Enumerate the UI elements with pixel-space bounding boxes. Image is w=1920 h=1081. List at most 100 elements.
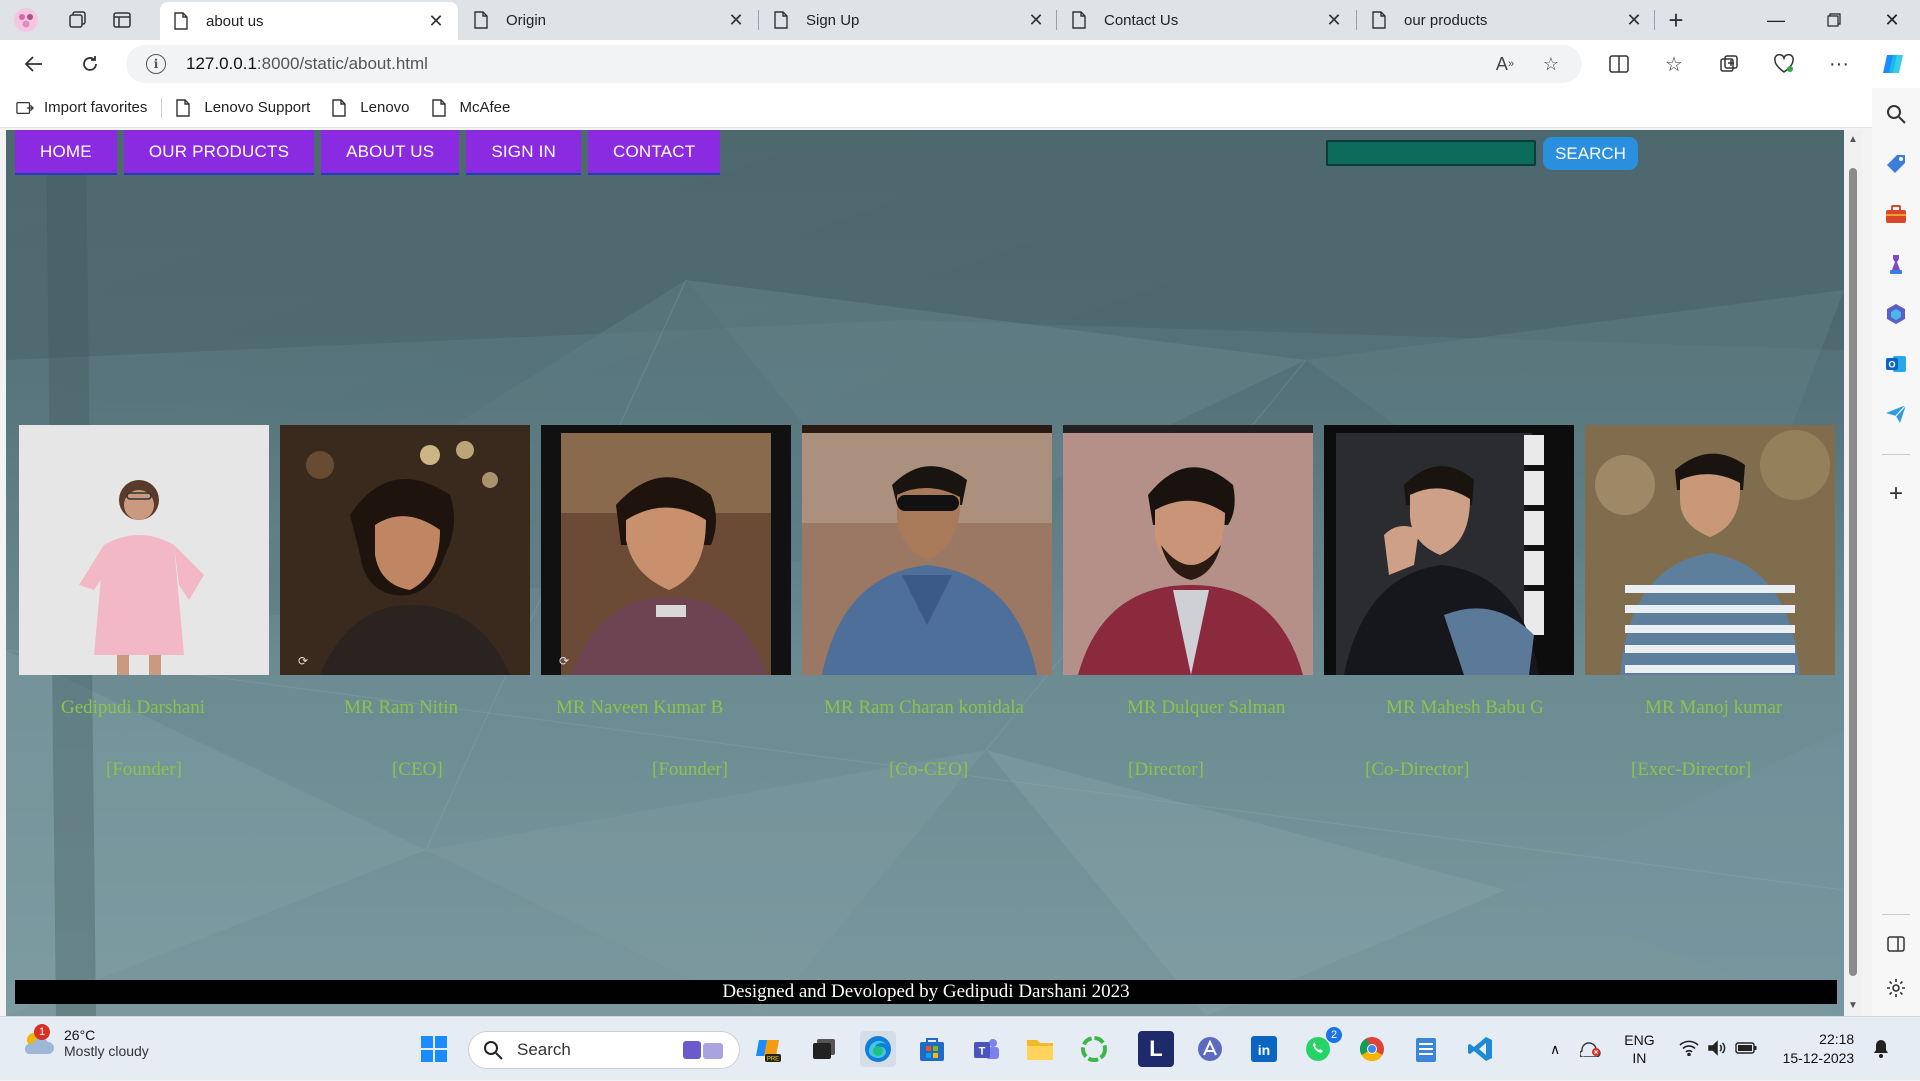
team-card bbox=[19, 425, 269, 675]
task-view-icon[interactable] bbox=[806, 1031, 842, 1067]
vscode-icon[interactable] bbox=[1462, 1031, 1498, 1067]
restore-icon[interactable] bbox=[1806, 0, 1862, 40]
browser-essentials-icon[interactable] bbox=[1766, 48, 1802, 80]
site-search-input[interactable] bbox=[1326, 140, 1536, 166]
favorites-bar: Import favorites Lenovo Support Lenovo M… bbox=[0, 88, 1920, 128]
search-icon bbox=[484, 1041, 503, 1060]
member-name: MR Ram Nitin bbox=[344, 697, 459, 718]
teams-icon[interactable]: T bbox=[968, 1031, 1004, 1067]
linkedin-icon[interactable]: in bbox=[1246, 1031, 1282, 1067]
edge-browser-icon[interactable] bbox=[860, 1031, 896, 1067]
close-tab-icon[interactable]: ✕ bbox=[1026, 10, 1046, 31]
lang-bottom: IN bbox=[1632, 1050, 1647, 1066]
read-aloud-icon[interactable]: A» bbox=[1488, 45, 1522, 83]
new-tab-icon[interactable]: + bbox=[1660, 4, 1692, 36]
wifi-icon[interactable] bbox=[1679, 1040, 1699, 1059]
weather-widget[interactable]: 1 26°C Mostly cloudy bbox=[20, 1024, 149, 1059]
member-role: [Exec-Director] bbox=[1631, 759, 1752, 780]
nav-sign-in[interactable]: SIGN IN bbox=[466, 130, 581, 175]
fav-separator bbox=[161, 97, 163, 118]
copilot-icon[interactable] bbox=[1876, 48, 1912, 80]
l-app-icon[interactable]: L bbox=[1138, 1031, 1174, 1067]
scroll-down-icon[interactable]: ▼ bbox=[1848, 1000, 1858, 1011]
collections-icon[interactable] bbox=[1711, 48, 1747, 80]
fav-import-favorites[interactable]: Import favorites bbox=[16, 99, 147, 117]
tab-separator bbox=[758, 10, 759, 30]
microsoft-365-icon[interactable] bbox=[1880, 298, 1912, 330]
microsoft-store-icon[interactable] bbox=[914, 1031, 950, 1067]
member-role: [Director] bbox=[1128, 759, 1204, 780]
outlook-icon[interactable]: O bbox=[1880, 348, 1912, 380]
file-explorer-icon[interactable] bbox=[1022, 1031, 1058, 1067]
clock[interactable]: 22:18 15-12-2023 bbox=[1783, 1030, 1855, 1068]
network-error-icon[interactable] bbox=[1579, 1039, 1602, 1060]
volume-icon[interactable] bbox=[1707, 1039, 1727, 1059]
arc-app-icon[interactable] bbox=[1192, 1031, 1228, 1067]
tab-contact-us[interactable]: Contact Us ✕ bbox=[1058, 0, 1356, 40]
page-viewport: HOME OUR PRODUCTS ABOUT US SIGN IN CONTA… bbox=[6, 130, 1844, 1016]
language-indicator[interactable]: ENG IN bbox=[1624, 1031, 1654, 1067]
profile-icon[interactable] bbox=[10, 4, 42, 36]
tools-briefcase-icon[interactable] bbox=[1880, 198, 1912, 230]
windows-taskbar: 1 26°C Mostly cloudy Search PRE T L in 2… bbox=[0, 1016, 1920, 1080]
notifications-bell-icon[interactable] bbox=[1872, 1038, 1890, 1061]
more-menu-icon[interactable]: ··· bbox=[1821, 48, 1857, 80]
sidebar-search-icon[interactable] bbox=[1880, 98, 1912, 130]
site-search-button[interactable]: SEARCH bbox=[1543, 137, 1638, 170]
page-scrollbar[interactable]: ▲ ▼ bbox=[1844, 130, 1862, 1016]
windows-start-icon[interactable] bbox=[416, 1031, 452, 1067]
team-card bbox=[1585, 425, 1835, 675]
nav-contact[interactable]: CONTACT bbox=[588, 130, 721, 175]
show-hidden-icons[interactable]: ∧ bbox=[1550, 1041, 1560, 1058]
tab-origin[interactable]: Origin ✕ bbox=[460, 0, 758, 40]
scroll-up-icon[interactable]: ▲ bbox=[1848, 134, 1858, 145]
tab-our-products[interactable]: our products ✕ bbox=[1358, 0, 1656, 40]
back-icon[interactable] bbox=[16, 48, 52, 80]
team-card: ⟳ bbox=[280, 425, 530, 675]
fav-label: McAfee bbox=[459, 99, 511, 116]
whatsapp-icon[interactable]: 2 bbox=[1300, 1027, 1342, 1067]
page-icon bbox=[174, 12, 192, 30]
close-tab-icon[interactable]: ✕ bbox=[1624, 10, 1644, 31]
member-photo bbox=[802, 425, 1052, 675]
battery-icon[interactable] bbox=[1734, 1041, 1757, 1057]
fav-lenovo[interactable]: Lenovo bbox=[332, 98, 410, 117]
weather-temp: 26°C bbox=[64, 1027, 96, 1043]
favorite-star-icon[interactable]: ☆ bbox=[1534, 45, 1568, 83]
close-tab-icon[interactable]: ✕ bbox=[726, 10, 746, 31]
hide-sidebar-icon[interactable] bbox=[1880, 928, 1912, 960]
taskbar-search[interactable]: Search bbox=[468, 1031, 740, 1069]
minimize-icon[interactable]: — bbox=[1748, 0, 1804, 40]
copilot-pre-icon[interactable]: PRE bbox=[752, 1031, 788, 1067]
member-photo: ⟳ bbox=[280, 425, 530, 675]
close-window-icon[interactable]: ✕ bbox=[1864, 0, 1920, 40]
clock-date: 15-12-2023 bbox=[1782, 1050, 1855, 1066]
notepad-icon[interactable] bbox=[1408, 1031, 1444, 1067]
add-sidebar-app-icon[interactable]: + bbox=[1880, 478, 1912, 510]
split-screen-icon[interactable] bbox=[1601, 48, 1637, 80]
sidebar-settings-icon[interactable] bbox=[1880, 972, 1912, 1004]
nav-about-us[interactable]: ABOUT US bbox=[321, 130, 460, 175]
send-icon[interactable] bbox=[1880, 398, 1912, 430]
fav-lenovo-support[interactable]: Lenovo Support bbox=[176, 98, 310, 117]
loading-ring-app-icon[interactable] bbox=[1076, 1031, 1112, 1067]
shopping-tag-icon[interactable] bbox=[1880, 148, 1912, 180]
scrollbar-thumb[interactable] bbox=[1849, 168, 1857, 976]
games-chess-icon[interactable] bbox=[1880, 248, 1912, 280]
search-highlight-icon bbox=[683, 1041, 723, 1059]
favorites-icon[interactable]: ☆ bbox=[1656, 48, 1692, 80]
tab-sign-up[interactable]: Sign Up ✕ bbox=[760, 0, 1058, 40]
address-bar[interactable]: i 127.0.0.1:8000/static/about.html A» ☆ bbox=[126, 45, 1582, 83]
site-info-icon[interactable]: i bbox=[146, 54, 166, 74]
url-host: 127.0.0.1 bbox=[186, 54, 257, 73]
workspaces-icon[interactable] bbox=[62, 4, 94, 36]
nav-our-products[interactable]: OUR PRODUCTS bbox=[123, 130, 315, 175]
chrome-icon[interactable] bbox=[1354, 1031, 1390, 1067]
tab-actions-icon[interactable] bbox=[106, 4, 138, 36]
tab-about-us[interactable]: about us ✕ bbox=[160, 2, 458, 40]
nav-home[interactable]: HOME bbox=[15, 130, 117, 175]
close-tab-icon[interactable]: ✕ bbox=[1324, 10, 1344, 31]
fav-mcafee[interactable]: McAfee bbox=[431, 98, 511, 117]
refresh-icon[interactable] bbox=[72, 48, 108, 80]
close-tab-icon[interactable]: ✕ bbox=[426, 11, 446, 32]
